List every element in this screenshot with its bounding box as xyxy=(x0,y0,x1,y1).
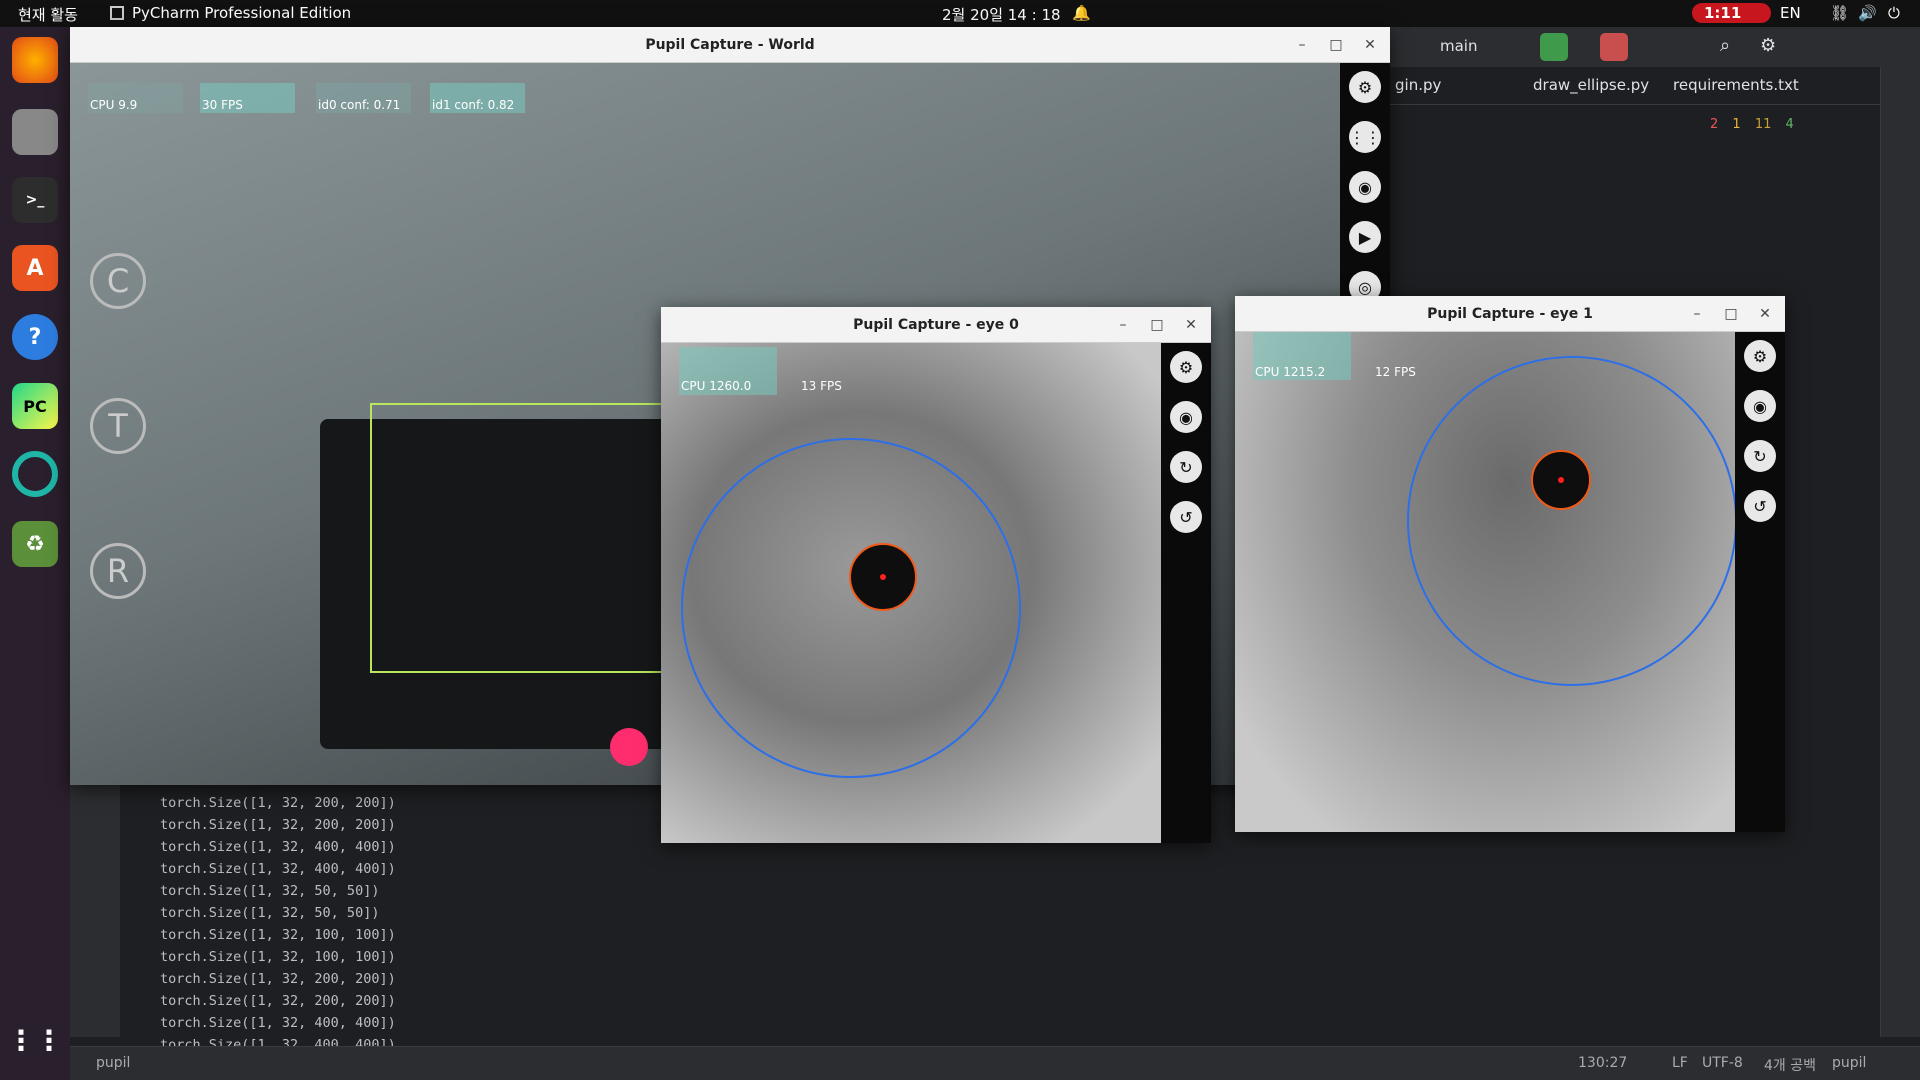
eye0-video-feed[interactable] xyxy=(661,343,1161,843)
eye1-video-feed[interactable] xyxy=(1235,332,1735,832)
eye1-pupil-center xyxy=(1558,477,1564,483)
volume-icon[interactable]: 🔊 xyxy=(1858,4,1877,22)
world-titlebar[interactable]: Pupil Capture - World – □ ✕ xyxy=(70,27,1390,63)
camera-icon[interactable]: ◉ xyxy=(1744,390,1776,422)
right-tool-strip xyxy=(1880,67,1920,1037)
pycharm-icon[interactable]: PC xyxy=(12,383,58,429)
eye0-sidebar: ⚙ ◉ ↻ ↺ xyxy=(1161,343,1211,843)
power-icon[interactable]: ⏻ xyxy=(1888,4,1900,22)
console-line: torch.Size([1, 32, 200, 200]) xyxy=(160,795,396,811)
console-line: torch.Size([1, 32, 100, 100]) xyxy=(160,927,396,943)
indent-setting[interactable]: 4개 공백 xyxy=(1764,1055,1816,1075)
console-line: torch.Size([1, 32, 200, 200]) xyxy=(160,817,396,833)
typo-count: 4 xyxy=(1785,117,1794,132)
console-line: torch.Size([1, 32, 200, 200]) xyxy=(160,993,396,1009)
trash-icon[interactable]: ♻ xyxy=(12,521,58,567)
eye0-model-circle xyxy=(681,438,1021,778)
minimize-icon[interactable]: – xyxy=(1687,296,1707,332)
activities-button[interactable]: 현재 활동 xyxy=(18,4,78,25)
maximize-icon[interactable]: □ xyxy=(1147,307,1167,343)
files-icon[interactable] xyxy=(12,109,58,155)
minimize-icon[interactable]: – xyxy=(1113,307,1133,343)
status-bar: pupil 130:27 LF UTF-8 4개 공백 pupil xyxy=(70,1046,1920,1080)
eye1-window: Pupil Capture - eye 1 – □ ✕ CPU 1215.2 12 … xyxy=(1235,296,1785,832)
line-separator[interactable]: LF xyxy=(1672,1055,1688,1071)
console-line: torch.Size([1, 32, 50, 50]) xyxy=(160,883,380,899)
gear-icon[interactable]: ⚙ xyxy=(1170,351,1202,383)
world-title: Pupil Capture - World xyxy=(645,37,815,53)
app-menu-label[interactable]: PyCharm Professional Edition xyxy=(132,4,351,22)
app-center-icon[interactable]: A xyxy=(12,245,58,291)
tab-gin[interactable]: gin.py xyxy=(1395,76,1441,94)
tab-draw-ellipse[interactable]: draw_ellipse.py xyxy=(1533,76,1649,94)
close-icon[interactable]: ✕ xyxy=(1181,307,1201,343)
minimize-icon[interactable]: – xyxy=(1292,27,1312,63)
eye0-title: Pupil Capture - eye 0 xyxy=(853,317,1019,333)
rotate-icon[interactable]: ↺ xyxy=(1170,501,1202,533)
run-tool-strip xyxy=(70,767,120,1037)
eye1-title: Pupil Capture - eye 1 xyxy=(1427,306,1593,322)
console-line: torch.Size([1, 32, 100, 100]) xyxy=(160,949,396,965)
weak-warning-count: 11 xyxy=(1754,117,1772,132)
stop-icon[interactable] xyxy=(1600,33,1628,61)
clock[interactable]: 2월 20일 14 : 18 xyxy=(942,4,1061,25)
maximize-icon[interactable]: □ xyxy=(1326,27,1346,63)
run-console[interactable]: torch.Size([1, 32, 200, 200]) torch.Size… xyxy=(160,792,396,1056)
eye1-model-circle xyxy=(1407,356,1735,686)
test-button[interactable]: T xyxy=(90,398,146,454)
file-encoding[interactable]: UTF-8 xyxy=(1702,1055,1743,1071)
help-icon[interactable]: ? xyxy=(12,314,58,360)
terminal-icon[interactable]: >_ xyxy=(12,177,58,223)
bell-icon: 🔔 xyxy=(1072,4,1091,22)
gear-icon[interactable]: ⚙ xyxy=(1760,35,1776,56)
plugin-manager-icon[interactable]: ⋮⋮ xyxy=(1349,121,1381,153)
eye0-window: Pupil Capture - eye 0 – □ ✕ CPU 1260.0 13 … xyxy=(661,307,1211,843)
project-name[interactable]: pupil xyxy=(96,1055,130,1071)
error-count: 2 xyxy=(1710,117,1719,132)
maximize-icon[interactable]: □ xyxy=(1721,296,1741,332)
console-line: torch.Size([1, 32, 400, 400]) xyxy=(160,839,396,855)
eye0-titlebar[interactable]: Pupil Capture - eye 0 – □ ✕ xyxy=(661,307,1211,343)
network-icon[interactable]: ⛓ xyxy=(1830,4,1849,22)
run-icon[interactable] xyxy=(1540,33,1568,61)
video-icon[interactable]: ▶ xyxy=(1349,221,1381,253)
inspection-widget[interactable]: 2 1 11 4 xyxy=(1710,117,1794,132)
firefox-icon[interactable] xyxy=(12,37,58,83)
dock: >_ A ? PC ♻ ⋮⋮ xyxy=(0,27,70,1080)
gear-icon[interactable]: ⚙ xyxy=(1349,71,1381,103)
console-line: torch.Size([1, 32, 400, 400]) xyxy=(160,1015,396,1031)
app-window-icon xyxy=(110,6,124,20)
gaze-marker xyxy=(610,728,648,766)
eye1-titlebar[interactable]: Pupil Capture - eye 1 – □ ✕ xyxy=(1235,296,1785,332)
search-icon[interactable]: ⌕ xyxy=(1720,35,1730,56)
console-line: torch.Size([1, 32, 200, 200]) xyxy=(160,971,396,987)
caret-position[interactable]: 130:27 xyxy=(1578,1055,1627,1071)
rotate-icon[interactable]: ↻ xyxy=(1744,440,1776,472)
rotate-icon[interactable]: ↻ xyxy=(1170,451,1202,483)
eye0-pupil-center xyxy=(880,574,886,580)
console-line: torch.Size([1, 32, 50, 50]) xyxy=(160,905,380,921)
gear-icon[interactable]: ⚙ xyxy=(1744,340,1776,372)
calibrate-button[interactable]: C xyxy=(90,253,146,309)
obs-icon[interactable] xyxy=(12,451,58,497)
input-language[interactable]: EN xyxy=(1780,4,1801,22)
record-button[interactable]: R xyxy=(90,543,146,599)
rotate-icon[interactable]: ↺ xyxy=(1744,490,1776,522)
camera-icon[interactable]: ◉ xyxy=(1349,171,1381,203)
tab-requirements[interactable]: requirements.txt xyxy=(1673,76,1799,94)
show-apps-icon[interactable]: ⋮⋮ xyxy=(7,1017,63,1063)
branch-selector[interactable]: main xyxy=(1440,37,1477,55)
close-icon[interactable]: ✕ xyxy=(1755,296,1775,332)
warning-count: 1 xyxy=(1732,117,1741,132)
camera-icon[interactable]: ◉ xyxy=(1170,401,1202,433)
eye1-sidebar: ⚙ ◉ ↻ ↺ xyxy=(1735,332,1785,832)
close-icon[interactable]: ✕ xyxy=(1360,27,1380,63)
system-top-bar: 현재 활동 PyCharm Professional Edition 2월 20… xyxy=(0,0,1920,27)
screen-record-indicator[interactable]: 1:11 xyxy=(1692,3,1772,23)
console-line: torch.Size([1, 32, 400, 400]) xyxy=(160,861,396,877)
interpreter[interactable]: pupil xyxy=(1832,1055,1866,1071)
